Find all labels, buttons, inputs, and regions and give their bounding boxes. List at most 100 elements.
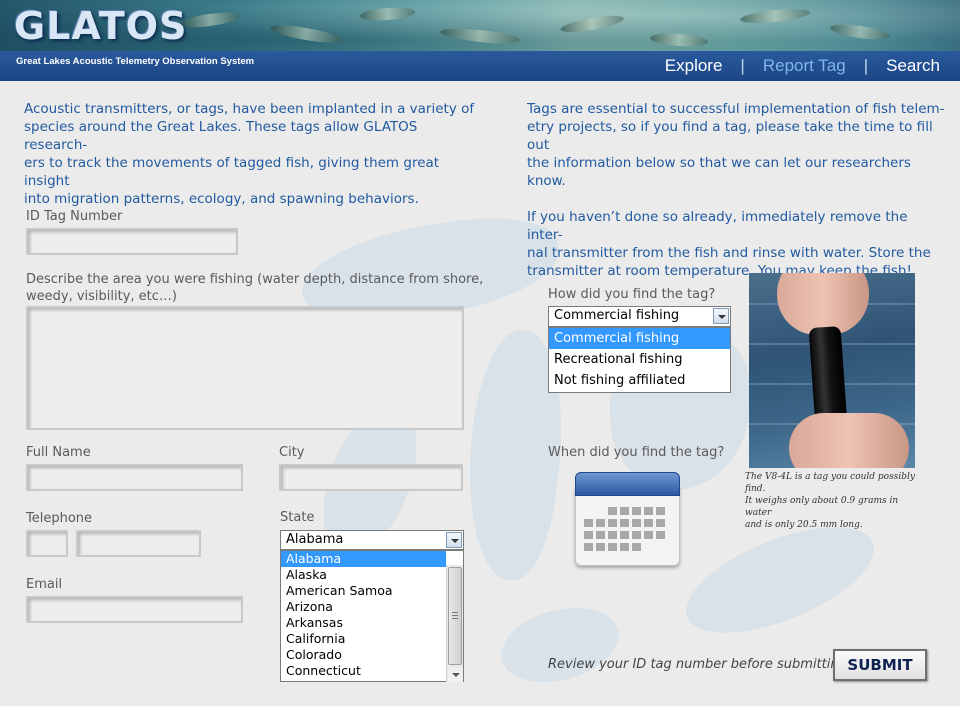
id-tag-input[interactable] <box>26 228 238 255</box>
calendar-day-cell <box>608 543 617 551</box>
calendar-day-cell <box>620 531 629 539</box>
id-tag-label: ID Tag Number <box>26 209 123 224</box>
calendar-day-cell <box>632 543 641 551</box>
state-select[interactable]: Alabama <box>280 530 464 550</box>
nav-separator: | <box>863 56 869 75</box>
intro-left-line: into migration patterns, ecology, and sp… <box>24 191 419 207</box>
state-option[interactable]: Arkansas <box>281 615 463 631</box>
calendar-day-cell <box>632 531 641 539</box>
how-found-label: How did you find the tag? <box>548 287 716 302</box>
grip-line <box>452 615 458 616</box>
calendar-body <box>575 484 680 566</box>
state-option[interactable]: American Samoa <box>281 583 463 599</box>
intro-left-line: Acoustic transmitters, or tags, have bee… <box>24 101 475 117</box>
intro-left-line: ers to track the movements of tagged fis… <box>24 155 440 189</box>
state-option[interactable]: Alaska <box>281 567 463 583</box>
calendar-day-cell <box>584 519 593 527</box>
scrollbar-thumb[interactable] <box>448 567 462 665</box>
scroll-down-icon[interactable] <box>448 668 463 682</box>
photo-caption-line: It weighs only about 0.9 grams in water <box>745 496 899 518</box>
intro-right-line: etry projects, so if you find a tag, ple… <box>527 119 933 153</box>
main-nav: Explore | Report Tag | Search <box>665 56 940 76</box>
telephone-number-input[interactable] <box>76 530 201 557</box>
full-name-label: Full Name <box>26 445 91 460</box>
calendar-day-cell <box>644 519 653 527</box>
nav-explore[interactable]: Explore <box>665 56 723 76</box>
calendar-day-cell <box>656 519 665 527</box>
calendar-day-cell <box>596 531 605 539</box>
describe-label: Describe the area you were fishing (wate… <box>26 271 483 305</box>
calendar-day-cell <box>632 519 641 527</box>
email-input[interactable] <box>26 596 243 623</box>
state-dropdown: Alabama Alaska American Samoa Arizona Ar… <box>280 550 464 682</box>
state-option[interactable]: Colorado <box>281 647 463 663</box>
grip-line <box>452 618 458 619</box>
calendar-day-cell <box>644 531 653 539</box>
finger <box>789 413 909 468</box>
how-found-option[interactable]: Recreational fishing <box>549 349 730 370</box>
state-option[interactable]: Arizona <box>281 599 463 615</box>
grip-line <box>452 612 458 613</box>
calendar-day-cell <box>620 543 629 551</box>
state-label: State <box>280 510 315 525</box>
describe-label-line: Describe the area you were fishing (wate… <box>26 272 484 287</box>
calendar-day-cell <box>620 507 629 515</box>
how-found-option[interactable]: Not fishing affiliated <box>549 370 730 391</box>
thumb <box>777 273 869 335</box>
submit-button[interactable]: SUBMIT <box>833 649 927 681</box>
calendar-day-cell <box>656 531 665 539</box>
chevron-down-icon[interactable] <box>713 308 729 324</box>
state-scrollbar[interactable] <box>446 565 463 682</box>
when-found-label: When did you find the tag? <box>548 445 725 460</box>
city-input[interactable] <box>279 464 463 491</box>
tagline: Great Lakes Acoustic Telemetry Observati… <box>16 56 255 67</box>
state-option[interactable]: Alabama <box>281 551 446 567</box>
calendar-day-cell <box>656 507 665 515</box>
calendar-day-cell <box>584 543 593 551</box>
calendar-day-cell <box>608 507 617 515</box>
how-found-dropdown: Commercial fishing Recreational fishing … <box>548 327 731 393</box>
intro-right-line: If you haven’t done so already, immediat… <box>527 209 908 243</box>
email-label: Email <box>26 577 63 592</box>
calendar-icon[interactable] <box>575 472 680 567</box>
calendar-day-cell <box>644 507 653 515</box>
calendar-day-cell <box>596 543 605 551</box>
photo-caption-line: and is only 20.5 mm long. <box>745 520 863 530</box>
tag-photo <box>749 273 915 468</box>
how-found-option[interactable]: Commercial fishing <box>549 328 730 349</box>
intro-right-line: nal transmitter from the fish and rinse … <box>527 245 931 261</box>
calendar-day-cell <box>608 519 617 527</box>
header-banner: GLATOS <box>0 0 960 51</box>
calendar-day-cell <box>632 507 641 515</box>
glatos-logo[interactable]: GLATOS <box>14 4 187 48</box>
calendar-day-cell <box>608 531 617 539</box>
calendar-day-cell <box>584 531 593 539</box>
lake-shape <box>492 595 628 695</box>
how-found-select[interactable]: Commercial fishing <box>548 306 731 327</box>
chevron-down-icon[interactable] <box>446 532 462 548</box>
calendar-day-cell <box>620 519 629 527</box>
navbar: Great Lakes Acoustic Telemetry Observati… <box>0 51 960 81</box>
telephone-area-input[interactable] <box>26 530 68 557</box>
photo-caption-line: The V8-4L is a tag you could possibly fi… <box>745 472 915 494</box>
photo-caption: The V8-4L is a tag you could possibly fi… <box>745 471 925 531</box>
state-option[interactable]: Connecticut <box>281 663 463 679</box>
how-found-selected-value: Commercial fishing <box>554 308 680 323</box>
state-option[interactable]: California <box>281 631 463 647</box>
review-notice: Review your ID tag number before submitt… <box>548 657 851 672</box>
telephone-label: Telephone <box>26 511 93 526</box>
full-name-input[interactable] <box>26 464 243 491</box>
intro-right: Tags are essential to successful impleme… <box>527 100 947 280</box>
nav-search[interactable]: Search <box>886 56 940 76</box>
city-label: City <box>279 445 305 460</box>
intro-left: Acoustic transmitters, or tags, have bee… <box>24 100 484 208</box>
nav-report-tag[interactable]: Report Tag <box>763 56 846 76</box>
describe-label-line: weedy, visibility, etc…) <box>26 289 177 304</box>
calendar-header <box>575 472 680 496</box>
nav-separator: | <box>740 56 745 75</box>
intro-left-line: species around the Great Lakes. These ta… <box>24 119 418 153</box>
calendar-day-cell <box>596 519 605 527</box>
intro-right-line: the information below so that we can let… <box>527 155 911 189</box>
state-selected-value: Alabama <box>286 532 344 547</box>
describe-textarea[interactable] <box>26 306 464 430</box>
